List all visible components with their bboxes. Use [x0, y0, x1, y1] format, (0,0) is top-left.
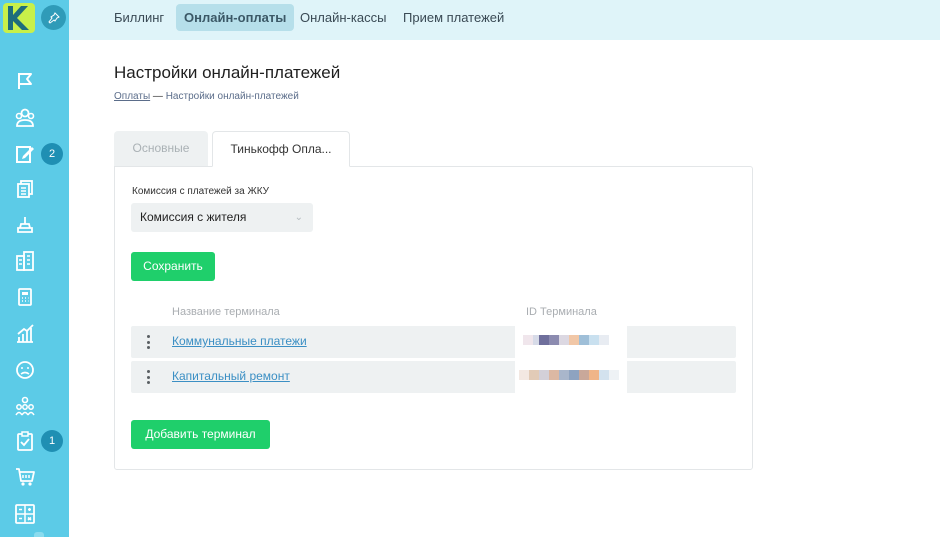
tab-online-payments[interactable]: Онлайн-оплаты: [176, 4, 295, 31]
sad-face-icon[interactable]: [12, 357, 38, 383]
spreadsheet-icon[interactable]: [12, 501, 38, 527]
checklist-badge: 1: [41, 430, 63, 452]
documents-icon[interactable]: [12, 176, 38, 202]
commission-label: Комиссия с платежей за ЖКУ: [132, 186, 269, 197]
calculator-icon[interactable]: [12, 284, 38, 310]
more-vertical-icon[interactable]: [143, 333, 153, 351]
sidebar: 2 1: [0, 0, 69, 537]
commission-select[interactable]: Комиссия с жителя ⌄: [131, 203, 313, 232]
terminal-name-link[interactable]: Капитальный ремонт: [172, 369, 290, 383]
subtab-general[interactable]: Основные: [114, 131, 208, 167]
chevron-down-icon: ⌄: [294, 212, 303, 223]
breadcrumb-separator: —: [152, 91, 163, 102]
tasks-badge: 2: [41, 143, 63, 165]
column-header-terminal-id: ID Терминала: [526, 306, 597, 318]
subtab-tinkoff[interactable]: Тинькофф Опла...: [212, 131, 350, 167]
page-title: Настройки онлайн-платежей: [114, 63, 341, 82]
cart-icon[interactable]: [12, 464, 38, 490]
clipboard-check-icon[interactable]: [12, 428, 38, 454]
breadcrumb: Оплаты — Настройки онлайн-платежей: [114, 91, 299, 102]
stamp-icon[interactable]: [12, 212, 38, 238]
chart-growth-icon[interactable]: [12, 321, 38, 347]
more-vertical-icon[interactable]: [143, 368, 153, 386]
top-navigation: Биллинг Онлайн-оплаты Онлайн-кассы Прием…: [69, 0, 940, 40]
save-button[interactable]: Сохранить: [131, 252, 215, 281]
tab-billing[interactable]: Биллинг: [106, 4, 172, 31]
terminal-id-obscured: [515, 358, 627, 396]
pin-icon[interactable]: [41, 5, 66, 30]
group-icon[interactable]: [12, 393, 38, 419]
breadcrumb-current: Настройки онлайн-платежей: [165, 91, 299, 102]
commission-select-value: Комиссия с жителя: [140, 210, 247, 224]
flag-icon[interactable]: [12, 68, 38, 94]
terminal-id-obscured: [515, 323, 627, 361]
add-terminal-button[interactable]: Добавить терминал: [131, 420, 270, 449]
tab-payment-acceptance[interactable]: Прием платежей: [395, 4, 512, 31]
edit-document-icon[interactable]: [12, 141, 38, 167]
app-logo[interactable]: [3, 3, 35, 33]
buildings-icon[interactable]: [12, 248, 38, 274]
table-row: Капитальный ремонт: [131, 358, 736, 396]
sidebar-scroll-hint: [34, 532, 44, 537]
table-row: Коммунальные платежи: [131, 323, 736, 361]
people-icon[interactable]: [12, 105, 38, 131]
breadcrumb-link-payments[interactable]: Оплаты: [114, 91, 150, 102]
tab-online-cashboxes[interactable]: Онлайн-кассы: [292, 4, 394, 31]
terminal-name-link[interactable]: Коммунальные платежи: [172, 334, 307, 348]
column-header-terminal-name: Название терминала: [172, 306, 280, 318]
